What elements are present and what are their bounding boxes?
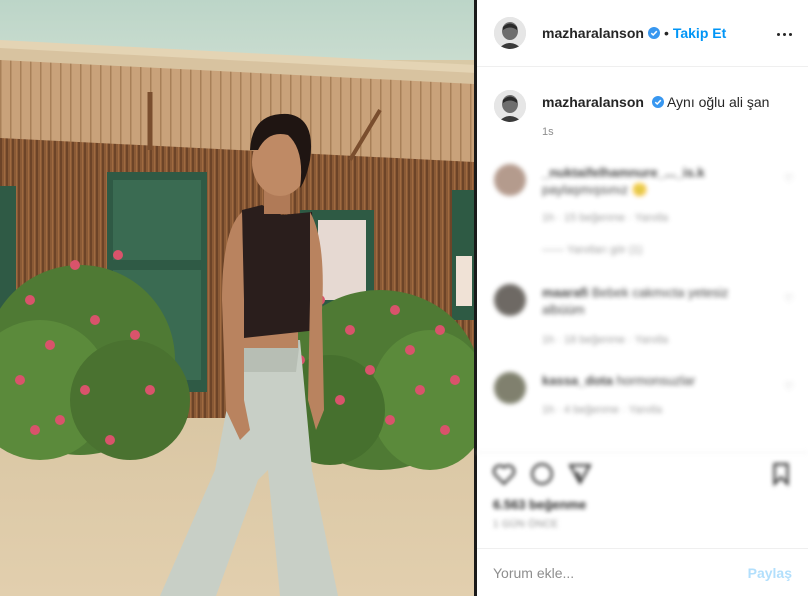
caption-text: Aynı oğlu ali şan bbox=[666, 94, 770, 110]
comment-like-icon[interactable]: ♡ bbox=[784, 292, 794, 305]
post-header: mazharalanson • Takip Et bbox=[477, 0, 808, 67]
comment-icon[interactable] bbox=[529, 461, 555, 487]
caption-timestamp: 1s bbox=[542, 126, 554, 138]
comment-like-icon[interactable]: ♡ bbox=[784, 380, 794, 393]
add-comment-bar: Paylaş bbox=[477, 548, 808, 596]
comment-input[interactable] bbox=[493, 564, 748, 581]
caption-author-avatar[interactable] bbox=[494, 90, 526, 122]
comment-text: _nuktaifelhamnure_..._is.k paylaşmışsını… bbox=[542, 165, 705, 197]
verified-badge-icon bbox=[647, 27, 660, 39]
separator-dot: • bbox=[663, 25, 669, 41]
comment-avatar[interactable] bbox=[494, 284, 526, 316]
likes-count[interactable]: 6.563 beğenme bbox=[493, 497, 586, 512]
comment-meta: 1h · 18 beğenme · Yanıtla bbox=[542, 334, 669, 346]
post-caption: mazharalanson Aynı oğlu ali şan bbox=[494, 90, 794, 122]
share-comment-button[interactable]: Paylaş bbox=[748, 565, 792, 581]
follow-button[interactable]: Takip Et bbox=[673, 25, 726, 41]
author-username[interactable]: mazharalanson bbox=[542, 25, 644, 41]
author-avatar[interactable] bbox=[494, 17, 526, 49]
comment-meta: 1h · 4 beğenme · Yanıtla bbox=[542, 404, 663, 416]
post-photo[interactable] bbox=[0, 0, 474, 596]
comments-list: _nuktaifelhamnure_..._is.k paylaşmışsını… bbox=[477, 150, 808, 450]
comment-text: maarafi Bebek cakmıcta yetesiz albüüm bbox=[542, 285, 729, 317]
heart-icon[interactable] bbox=[491, 461, 517, 487]
post-side-panel: mazharalanson • Takip Et mazharalanson A… bbox=[477, 0, 808, 596]
comment-like-icon[interactable]: ♡ bbox=[784, 172, 794, 185]
post-actions: 6.563 beğenme 1 GÜN ÖNCE bbox=[477, 452, 808, 540]
comment-avatar[interactable] bbox=[494, 164, 526, 196]
share-icon[interactable] bbox=[567, 461, 593, 487]
more-options-icon[interactable] bbox=[774, 24, 794, 44]
view-replies-link[interactable]: —— Yanıtları gör (1) bbox=[542, 244, 642, 256]
comment-avatar[interactable] bbox=[494, 372, 526, 404]
post-image bbox=[0, 0, 474, 596]
post-date: 1 GÜN ÖNCE bbox=[493, 519, 559, 530]
comment-meta: 1h · 15 beğenme · Yanıtla bbox=[542, 212, 669, 224]
caption-verified-badge-icon bbox=[651, 96, 664, 108]
bookmark-icon[interactable] bbox=[768, 461, 794, 487]
caption-username[interactable]: mazharalanson bbox=[542, 94, 644, 110]
comment-text: kassa_dota hormonsuzlar bbox=[542, 373, 696, 388]
